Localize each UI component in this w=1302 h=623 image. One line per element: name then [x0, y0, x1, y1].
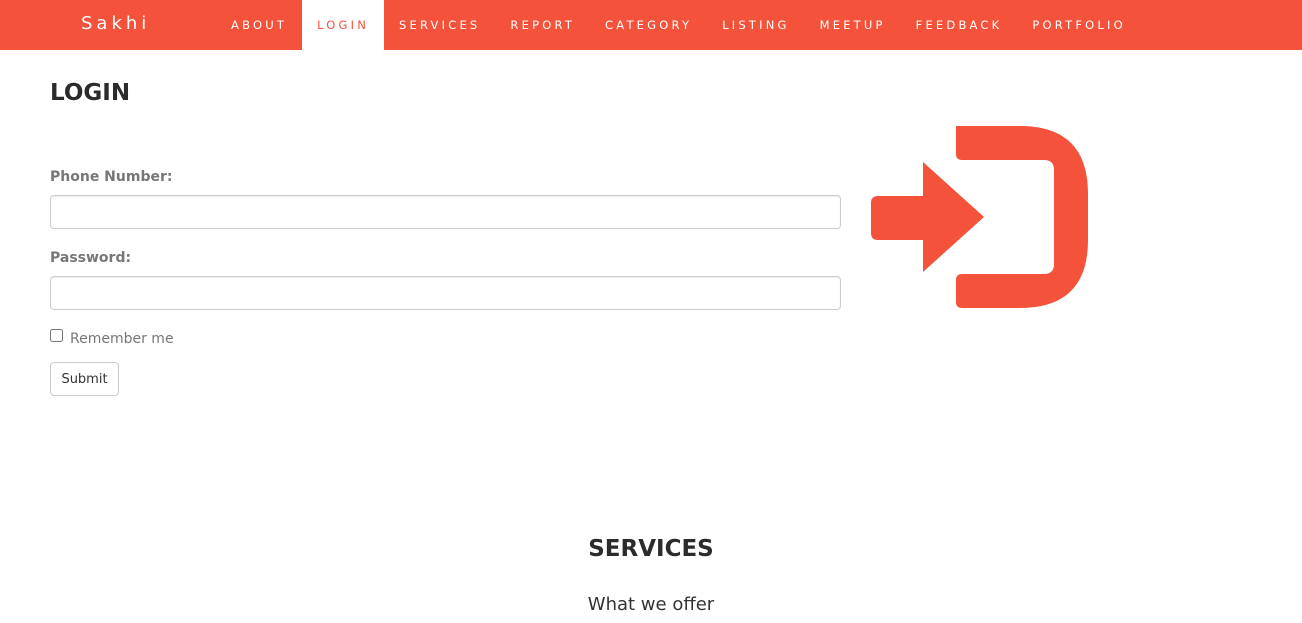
services-subtitle: What we offer	[587, 594, 715, 615]
phone-number-input[interactable]	[50, 195, 841, 229]
nav-item-services[interactable]: SERVICES	[384, 0, 495, 50]
nav-menu: ABOUT LOGIN SERVICES REPORT CATEGORY LIS…	[216, 0, 1141, 50]
login-arrow-icon	[871, 126, 1088, 308]
login-heading: LOGIN	[50, 80, 131, 106]
remember-me-checkbox[interactable]	[50, 329, 63, 342]
services-heading: SERVICES	[588, 536, 714, 562]
password-input[interactable]	[50, 276, 841, 310]
nav-item-meetup[interactable]: MEETUP	[805, 0, 901, 50]
nav-item-feedback[interactable]: FEEDBACK	[901, 0, 1018, 50]
remember-me-label[interactable]: Remember me	[70, 331, 174, 347]
password-label: Password:	[50, 250, 132, 266]
nav-item-portfolio[interactable]: PORTFOLIO	[1017, 0, 1140, 50]
nav-item-about[interactable]: ABOUT	[216, 0, 302, 50]
brand-logo-link[interactable]: Sakhi	[81, 13, 150, 35]
nav-item-login[interactable]: LOGIN	[302, 0, 385, 50]
submit-button[interactable]: Submit	[50, 362, 119, 396]
nav-item-report[interactable]: REPORT	[495, 0, 590, 50]
nav-item-listing[interactable]: LISTING	[707, 0, 804, 50]
nav-item-category[interactable]: CATEGORY	[590, 0, 707, 50]
top-navbar: Sakhi ABOUT LOGIN SERVICES REPORT CATEGO…	[0, 0, 1302, 50]
phone-number-label: Phone Number:	[50, 169, 173, 185]
